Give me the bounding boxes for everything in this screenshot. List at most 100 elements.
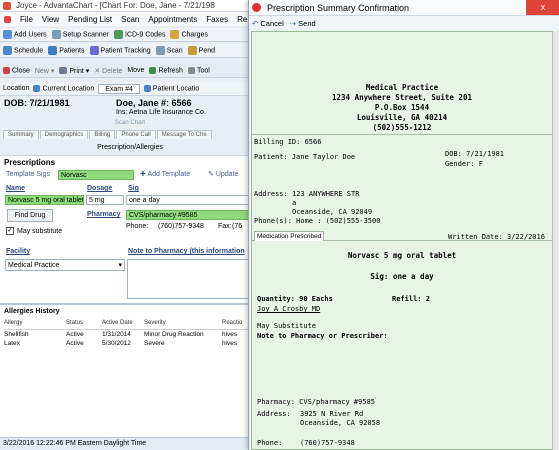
- col-reaction[interactable]: Reactio: [222, 320, 242, 326]
- pharmacy-heading: Pharmacy: [87, 211, 121, 218]
- refresh-icon: [149, 66, 157, 74]
- tool-button[interactable]: Tool: [187, 66, 210, 74]
- app-menu-icon[interactable]: [4, 15, 11, 23]
- tab-phone-call[interactable]: Phone Call: [116, 130, 156, 139]
- exam-room-select[interactable]: Exam #4: [98, 83, 140, 94]
- pharmacy-field[interactable]: CVS/pharmacy #9585: [126, 210, 256, 220]
- menu-scan[interactable]: Scan: [121, 15, 139, 24]
- send-icon: ⇢: [289, 18, 297, 28]
- tab-summary[interactable]: Summary: [3, 130, 39, 139]
- address-label: Address:: [254, 190, 288, 198]
- allergy-severity: Minor Drug Reaction: [144, 331, 204, 338]
- menu-re[interactable]: Re: [237, 15, 247, 24]
- billing-id: Billing ID: 6566: [254, 138, 322, 146]
- dosage-field[interactable]: 5 mg: [86, 195, 124, 205]
- table-row[interactable]: Latex Active 5/30/2012 Severe hives: [4, 340, 256, 349]
- may-substitute-checkbox[interactable]: ✓: [6, 227, 14, 235]
- cancel-button[interactable]: ↶ Cancel: [252, 19, 284, 28]
- sig-instructions: Sig: one a day: [370, 272, 434, 281]
- print-button[interactable]: Print ▾: [59, 67, 89, 75]
- charges-button[interactable]: Charges: [170, 30, 208, 39]
- chart-tabs: Summary Demographics Billing Phone Call Mess…: [3, 130, 213, 139]
- codes-icon: [114, 30, 123, 39]
- drug-name-field[interactable]: Norvasc 5 mg oral tablet: [5, 195, 84, 205]
- table-row[interactable]: Shellfish Active 1/31/2014 Minor Drug Re…: [4, 331, 256, 340]
- delete-button[interactable]: ✕ Delete: [94, 67, 122, 75]
- patient-dob-field: DOB: 7/21/1981: [445, 150, 505, 158]
- icd9-codes-button[interactable]: ICD-9 Codes: [114, 30, 165, 39]
- close-button[interactable]: Close: [3, 66, 30, 74]
- pending-button[interactable]: Pend: [187, 46, 215, 55]
- patient-location-button[interactable]: Patient Locatio: [143, 84, 199, 92]
- charges-icon: [170, 30, 180, 39]
- dosage-heading: Dosage: [87, 185, 113, 192]
- patient-address-1: 123 ANYWHERE STR: [292, 190, 360, 198]
- prescriber-name: Joy A Crosby MD: [257, 305, 321, 313]
- tab-demographics[interactable]: Demographics: [39, 130, 89, 139]
- patients-button[interactable]: Patients: [48, 46, 85, 55]
- pharmacy-phone-label: Phone:: [126, 223, 149, 230]
- menu-bar: File View Pending List Scan Appointments…: [0, 12, 260, 26]
- app-title: Joyce - AdvantaChart - [Chart For: Doe, …: [16, 1, 215, 10]
- patient-address-3: Oceanside, CA 92049: [292, 208, 373, 216]
- drug-name: Norvasc 5 mg oral tablet: [347, 251, 457, 260]
- note-textarea[interactable]: [127, 259, 257, 299]
- practice-name: Medical Practice: [365, 83, 439, 92]
- menu-file[interactable]: File: [20, 15, 33, 24]
- dialog-title: Prescription Summary Confirmation: [267, 2, 410, 13]
- pharmacy-address-label: Address:: [257, 410, 291, 418]
- col-status[interactable]: Status: [66, 320, 83, 326]
- refresh-button[interactable]: Refresh: [149, 66, 183, 74]
- col-severity[interactable]: Severity: [144, 320, 166, 326]
- menu-view[interactable]: View: [42, 15, 59, 24]
- name-heading: Name: [6, 185, 26, 192]
- menu-appointments[interactable]: Appointments: [148, 15, 197, 24]
- calendar-icon: [3, 46, 12, 55]
- find-drug-button[interactable]: Find Drug: [7, 209, 53, 222]
- new-button[interactable]: New ▾: [35, 67, 54, 75]
- menu-pending-list[interactable]: Pending List: [68, 15, 112, 24]
- sig-field[interactable]: one a day: [126, 195, 256, 205]
- patient-tracking-button[interactable]: Patient Tracking: [89, 46, 151, 55]
- add-users-button[interactable]: Add Users: [3, 30, 47, 39]
- pending-icon: [187, 46, 197, 55]
- setup-scanner-button[interactable]: Setup Scanner: [51, 30, 109, 39]
- tracking-icon: [89, 46, 99, 55]
- refills: Refill: 2: [392, 295, 430, 303]
- allergy-reaction: hives: [222, 331, 238, 338]
- printer-icon: [59, 67, 68, 75]
- add-template-button[interactable]: ✚ Add Template: [140, 170, 190, 178]
- pharmacy-fax: (76: [232, 223, 243, 230]
- app-logo-icon: [3, 1, 11, 10]
- col-allergy[interactable]: Allergy: [4, 320, 22, 326]
- template-sig-select[interactable]: Norvasc: [58, 170, 134, 180]
- prescription-summary-dialog: Prescription Summary Confirmation x ↶ Ca…: [248, 0, 559, 450]
- practice-address-1: 1234 Anywhere Street, Suite 201: [332, 93, 472, 102]
- pharmacy-fax-label: Fax:: [218, 223, 232, 230]
- update-button[interactable]: ✎ Update: [208, 170, 238, 178]
- send-button[interactable]: ⇢ Send: [290, 19, 316, 28]
- patient-insurance: Ins: Aetna Life Insurance Co.: [116, 109, 206, 116]
- status-bar: 3/22/2016 12:22:46 PM Eastern Daylight T…: [0, 437, 260, 450]
- document-scrollbar[interactable]: [552, 31, 559, 450]
- may-substitute-text: May Substitute: [257, 322, 317, 330]
- scan-button[interactable]: Scan: [155, 46, 183, 55]
- patient-name-field: Patient: Jane Taylor Doe: [254, 153, 356, 161]
- schedule-button[interactable]: Schedule: [3, 46, 43, 55]
- section-subtitle: Prescription/Allergies: [97, 144, 163, 151]
- location-bar: Location Current Location Exam #4 Patien…: [0, 82, 260, 96]
- tab-billing[interactable]: Billing: [89, 130, 116, 139]
- current-location-button[interactable]: Current Location: [33, 84, 94, 92]
- written-date: Written Date: 3/22/2016: [448, 233, 545, 241]
- note-heading: Note to Pharmacy (this information: [128, 248, 245, 255]
- move-button[interactable]: Move: [127, 67, 144, 74]
- tool-icon: [187, 66, 195, 74]
- menu-faxes[interactable]: Faxes: [206, 15, 228, 24]
- dialog-close-button[interactable]: x: [526, 0, 559, 15]
- facility-heading: Facility: [6, 248, 31, 255]
- allergies-heading: Allergies History: [4, 308, 60, 315]
- col-active-date[interactable]: Active Date: [102, 320, 133, 326]
- scan-chart-link[interactable]: Scan Chart: [0, 120, 260, 126]
- tab-message[interactable]: Message To Che: [156, 130, 212, 139]
- facility-select[interactable]: Medical Practice ▾: [5, 259, 125, 271]
